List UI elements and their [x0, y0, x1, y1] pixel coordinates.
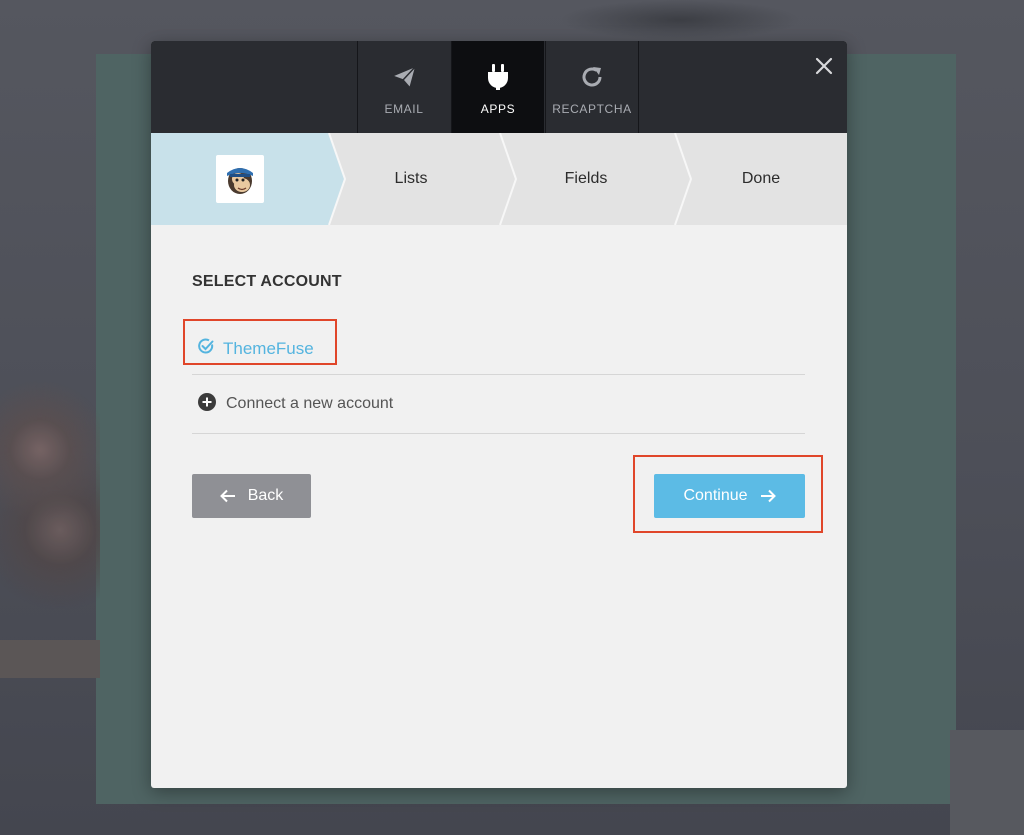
paper-plane-icon — [390, 63, 418, 91]
tab-email-label: EMAIL — [384, 102, 424, 116]
arrow-left-icon — [219, 489, 236, 503]
close-icon — [815, 57, 833, 75]
back-button[interactable]: Back — [192, 474, 311, 518]
background-plant — [0, 370, 100, 640]
step-lists[interactable]: Lists — [341, 133, 481, 225]
plus-circle-icon — [198, 392, 216, 416]
modal-tab-bar: EMAIL APPS RECAPTCHA — [151, 41, 847, 133]
tab-recaptcha[interactable]: RECAPTCHA — [545, 41, 638, 133]
integration-modal: EMAIL APPS RECAPTCHA Lists Fields Done S… — [151, 41, 847, 788]
tab-email[interactable]: EMAIL — [357, 41, 450, 133]
tab-divider — [638, 41, 639, 133]
tab-recaptcha-label: RECAPTCHA — [552, 102, 632, 116]
back-button-label: Back — [247, 487, 284, 504]
refresh-icon — [578, 63, 606, 91]
background-floor — [950, 730, 1024, 835]
tab-apps-label: APPS — [480, 102, 516, 116]
connect-new-account-label: Connect a new account — [226, 395, 394, 412]
connect-new-account[interactable]: Connect a new account — [192, 375, 805, 434]
step-fields[interactable]: Fields — [516, 133, 656, 225]
mailchimp-logo-icon — [216, 155, 264, 203]
close-button[interactable] — [813, 55, 835, 77]
tab-apps[interactable]: APPS — [451, 41, 544, 133]
wizard-steps: Lists Fields Done — [151, 133, 847, 225]
background-shelf — [0, 640, 100, 678]
step-done[interactable]: Done — [691, 133, 831, 225]
plug-icon — [484, 63, 512, 91]
select-account-title: SELECT ACCOUNT — [192, 273, 342, 290]
highlight-box-continue — [633, 455, 823, 533]
step-app[interactable] — [151, 133, 329, 225]
highlight-box-account — [183, 319, 337, 365]
background-plant-top — [560, 0, 800, 40]
